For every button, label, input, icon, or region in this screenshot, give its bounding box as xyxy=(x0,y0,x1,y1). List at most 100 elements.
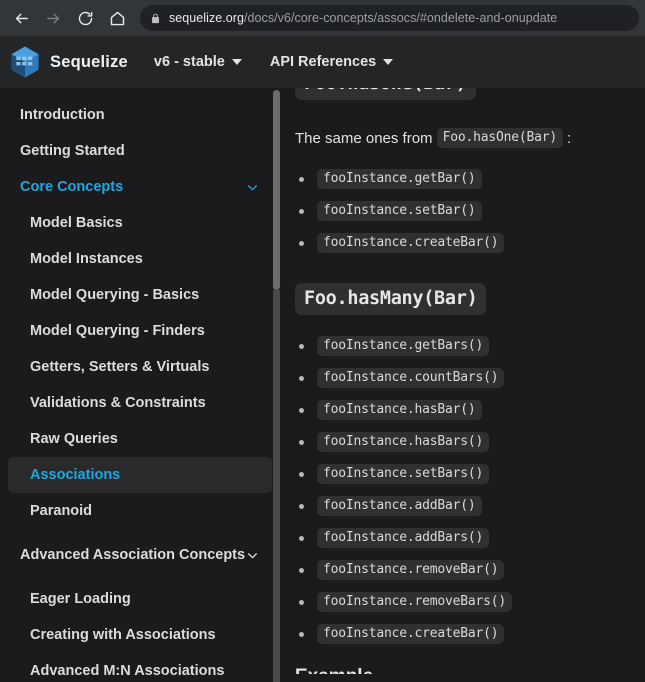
sidebar-item-model-basics[interactable]: Model Basics xyxy=(8,205,273,241)
reload-button[interactable] xyxy=(70,3,100,33)
sidebar-item-label: Paranoid xyxy=(30,502,93,519)
sidebar-item-label: Advanced M:N Associations xyxy=(30,662,225,679)
list-item: fooInstance.hasBar() xyxy=(295,394,627,426)
list-item: fooInstance.removeBars() xyxy=(295,586,627,618)
sidebar-item-validations-constraints[interactable]: Validations & Constraints xyxy=(8,385,273,421)
list-item: fooInstance.countBars() xyxy=(295,362,627,394)
sidebar-item-core-concepts[interactable]: Core Concepts xyxy=(8,169,273,205)
sidebar-item-label: Advanced Association Concepts xyxy=(20,546,246,563)
hasmany-method-code: fooInstance.addBar() xyxy=(317,496,482,516)
sidebar-item-label: Introduction xyxy=(20,106,105,123)
api-references-label: API References xyxy=(269,54,377,70)
hasone-heading-code: Foo.hasOne(Bar) xyxy=(295,88,476,100)
back-button[interactable] xyxy=(6,3,36,33)
hasone-method-list: fooInstance.getBar() fooInstance.setBar()… xyxy=(295,163,627,259)
hasmany-method-code: fooInstance.getBars() xyxy=(317,336,490,356)
sidebar-scroll-thumb[interactable] xyxy=(273,90,280,290)
sidebar-item-label: Eager Loading xyxy=(30,590,131,607)
lock-icon xyxy=(150,12,161,25)
sidebar-item-label: Model Querying - Basics xyxy=(30,286,200,303)
sidebar-item-label: Core Concepts xyxy=(20,178,124,195)
sidebar-item-label: Model Instances xyxy=(30,250,143,267)
hasmany-method-code: fooInstance.removeBars() xyxy=(317,592,513,612)
brand-name: Sequelize xyxy=(50,52,128,71)
hasmany-method-list: fooInstance.getBars() fooInstance.countBa… xyxy=(295,330,627,650)
intro-paragraph-prefix: The same ones from xyxy=(295,129,433,147)
sidebar-item-introduction[interactable]: Introduction xyxy=(8,97,273,133)
version-dropdown[interactable]: v6 - stable xyxy=(154,54,242,70)
sidebar-item-getting-started[interactable]: Getting Started xyxy=(8,133,273,169)
next-section-heading: Example xyxy=(295,666,627,674)
list-item: fooInstance.getBars() xyxy=(295,330,627,362)
hasmany-method-code: fooInstance.addBars() xyxy=(317,528,490,548)
site-header: Sequelize v6 - stable API References xyxy=(0,36,645,88)
sidebar-item-creating-with-associations[interactable]: Creating with Associations xyxy=(8,617,273,653)
list-item: fooInstance.removeBar() xyxy=(295,554,627,586)
hasone-method-code: fooInstance.createBar() xyxy=(317,233,505,253)
list-item: fooInstance.getBar() xyxy=(295,163,627,195)
sidebar-item-raw-queries[interactable]: Raw Queries xyxy=(8,421,273,457)
sidebar-item-model-querying-finders[interactable]: Model Querying - Finders xyxy=(8,313,273,349)
list-item: fooInstance.createBar() xyxy=(295,618,627,650)
sequelize-cube-logo-icon xyxy=(10,46,40,78)
hasmany-method-code: fooInstance.removeBar() xyxy=(317,560,505,580)
list-item: fooInstance.addBars() xyxy=(295,522,627,554)
hasone-method-code: fooInstance.getBar() xyxy=(317,169,482,189)
hasmany-heading-code: Foo.hasMany(Bar) xyxy=(295,283,487,315)
sidebar: Introduction Getting Started Core Concepts… xyxy=(0,88,281,682)
sidebar-item-associations[interactable]: Associations xyxy=(8,457,273,493)
hasmany-method-code: fooInstance.countBars() xyxy=(317,368,505,388)
sidebar-item-model-querying-basics[interactable]: Model Querying - Basics xyxy=(8,277,273,313)
sidebar-item-model-instances[interactable]: Model Instances xyxy=(8,241,273,277)
sidebar-item-label: Getting Started xyxy=(20,142,125,159)
hasone-method-code: fooInstance.setBar() xyxy=(317,201,482,221)
hasmany-method-code: fooInstance.hasBars() xyxy=(317,432,490,452)
hasone-heading: Foo.hasOne(Bar) xyxy=(295,88,627,100)
sidebar-item-label: Getters, Setters & Virtuals xyxy=(30,358,210,375)
sidebar-item-advanced-association-concepts[interactable]: Advanced Association Concepts xyxy=(8,529,273,581)
sidebar-item-label: Raw Queries xyxy=(30,430,118,447)
chevron-down-icon xyxy=(231,59,242,65)
list-item: fooInstance.hasBars() xyxy=(295,426,627,458)
forward-arrow-icon xyxy=(45,10,62,27)
sidebar-item-paranoid[interactable]: Paranoid xyxy=(8,493,273,529)
hasmany-heading: Foo.hasMany(Bar) xyxy=(295,283,627,315)
chevron-down-icon[interactable] xyxy=(246,549,259,562)
sidebar-scroll-track[interactable] xyxy=(273,290,280,682)
sidebar-item-label: Creating with Associations xyxy=(30,626,216,643)
browser-toolbar: sequelize.org/docs/v6/core-concepts/asso… xyxy=(0,0,645,36)
list-item: fooInstance.addBar() xyxy=(295,490,627,522)
chevron-down-icon xyxy=(383,59,394,65)
home-button[interactable] xyxy=(102,3,132,33)
list-item: fooInstance.setBars() xyxy=(295,458,627,490)
sidebar-item-label: Model Basics xyxy=(30,214,123,231)
sidebar-scrollbar[interactable] xyxy=(272,88,281,682)
main-content: Foo.hasOne(Bar) The same ones from Foo.h… xyxy=(281,88,645,682)
intro-paragraph-suffix: : xyxy=(566,129,572,147)
url-path: /docs/v6/core-concepts/assocs/#ondelete-… xyxy=(244,11,558,25)
page-body: Introduction Getting Started Core Concepts… xyxy=(0,88,645,682)
hasmany-method-code: fooInstance.createBar() xyxy=(317,624,505,644)
sidebar-item-label: Model Querying - Finders xyxy=(30,322,205,339)
hasmany-method-code: fooInstance.hasBar() xyxy=(317,400,482,420)
hasmany-method-code: fooInstance.setBars() xyxy=(317,464,490,484)
sidebar-item-label: Associations xyxy=(30,466,121,483)
reload-icon xyxy=(77,10,94,27)
home-icon xyxy=(109,10,126,27)
forward-button[interactable] xyxy=(38,3,68,33)
api-references-dropdown[interactable]: API References xyxy=(269,54,394,70)
intro-paragraph: The same ones from Foo.hasOne(Bar) : xyxy=(295,128,627,148)
intro-paragraph-code: Foo.hasOne(Bar) xyxy=(436,128,563,148)
sidebar-item-eager-loading[interactable]: Eager Loading xyxy=(8,581,273,617)
list-item: fooInstance.createBar() xyxy=(295,227,627,259)
chevron-down-icon[interactable] xyxy=(246,181,259,194)
brand-home-link[interactable]: Sequelize xyxy=(10,46,128,78)
version-dropdown-label: v6 - stable xyxy=(153,54,225,70)
list-item: fooInstance.setBar() xyxy=(295,195,627,227)
address-bar[interactable]: sequelize.org/docs/v6/core-concepts/asso… xyxy=(140,5,639,31)
sidebar-item-label: Validations & Constraints xyxy=(30,394,206,411)
sidebar-item-advanced-m-n-associations[interactable]: Advanced M:N Associations xyxy=(8,653,273,682)
url-text: sequelize.org/docs/v6/core-concepts/asso… xyxy=(169,11,557,25)
sidebar-item-getters-setters-virtuals[interactable]: Getters, Setters & Virtuals xyxy=(8,349,273,385)
